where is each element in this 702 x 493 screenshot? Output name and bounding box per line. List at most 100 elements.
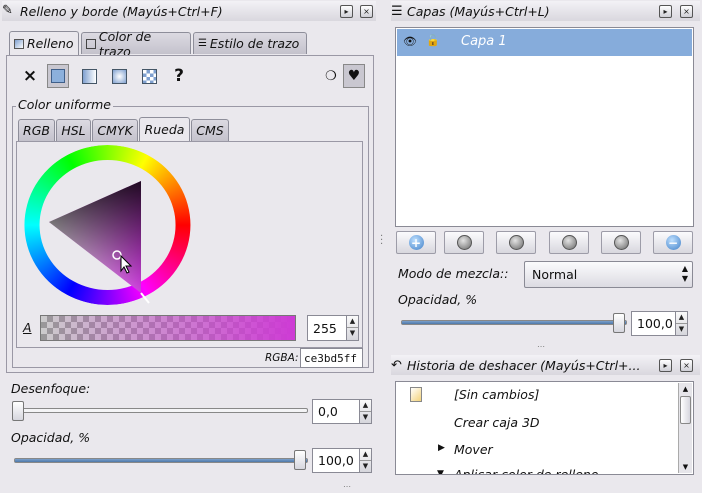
- scroll-down-arrow-icon[interactable]: ▼: [679, 461, 692, 473]
- layer-bottom-icon: [613, 235, 629, 250]
- layer-top-icon: [456, 235, 472, 250]
- fill-rule-evenodd-button[interactable]: ❍: [320, 64, 342, 88]
- alpha-slider-gradient: [41, 316, 295, 340]
- blend-mode-select[interactable]: Normal ▲ ▼: [524, 261, 693, 288]
- fill-stroke-close-button[interactable]: ×: [360, 5, 373, 18]
- lock-icon[interactable]: 🔓: [426, 34, 440, 47]
- layer-lower-icon: [561, 235, 577, 250]
- fill-stroke-resize-grip[interactable]: ⋯: [343, 482, 352, 491]
- paint-none-button[interactable]: ×: [19, 64, 41, 88]
- layer-opacity-slider-fill: [402, 321, 626, 324]
- layers-close-button[interactable]: ×: [680, 5, 693, 18]
- color-wheel[interactable]: [24, 145, 191, 305]
- flat-color-icon: [51, 69, 65, 83]
- history-titlebar[interactable]: ↶ Historia de deshacer (Mayús+Ctrl+...: [391, 355, 700, 375]
- layer-opacity-slider-track[interactable]: [401, 320, 627, 325]
- eye-icon[interactable]: 👁: [403, 35, 417, 48]
- layers-list[interactable]: 👁 🔓 Capa 1: [395, 27, 694, 227]
- paint-unset-button[interactable]: ?: [168, 64, 190, 88]
- fill-opacity-input[interactable]: 100,0: [312, 448, 360, 473]
- blur-input[interactable]: 0,0: [312, 399, 360, 424]
- history-item[interactable]: Crear caja 3D: [454, 415, 540, 430]
- layer-to-top-button[interactable]: [444, 231, 484, 254]
- paint-linear-gradient-button[interactable]: [78, 64, 100, 88]
- history-scrollbar-thumb[interactable]: [680, 396, 691, 424]
- layers-icon: ☰: [391, 3, 403, 19]
- alpha-input[interactable]: 255: [307, 315, 347, 341]
- history-item[interactable]: Aplicar color de relleno: [454, 467, 598, 474]
- blend-mode-label: Modo de mezcla::: [398, 266, 509, 281]
- history-title: Historia de deshacer (Mayús+Ctrl+...: [407, 357, 641, 373]
- layer-lower-button[interactable]: [549, 231, 589, 254]
- layer-name[interactable]: Capa 1: [461, 34, 507, 49]
- rgba-input[interactable]: ce3bd5ff: [300, 348, 363, 368]
- tab-rgb[interactable]: RGB: [18, 119, 55, 141]
- radial-gradient-icon: [111, 68, 127, 84]
- layer-opacity-stepper[interactable]: ▲ ▼: [675, 311, 688, 336]
- blur-slider-thumb[interactable]: [12, 401, 24, 421]
- paint-flat-button[interactable]: [47, 64, 69, 88]
- fill-opacity-stepper[interactable]: ▲ ▼: [359, 448, 372, 473]
- paint-pattern-button[interactable]: [138, 64, 160, 88]
- stroke-paint-tab-icon: [86, 38, 96, 49]
- add-layer-button[interactable]: +: [396, 231, 436, 254]
- layer-opacity-input[interactable]: 100,0: [631, 311, 676, 336]
- layer-raise-button[interactable]: [496, 231, 536, 254]
- minus-icon: −: [665, 235, 681, 250]
- layer-row[interactable]: 👁 🔓 Capa 1: [397, 29, 692, 56]
- layer-to-bottom-button[interactable]: [601, 231, 641, 254]
- blur-stepper[interactable]: ▲ ▼: [359, 399, 372, 424]
- document-icon: [410, 387, 422, 402]
- tab-stroke-paint[interactable]: Color de trazo: [81, 29, 191, 59]
- paint-radial-gradient-button[interactable]: [108, 64, 130, 88]
- fill-stroke-title: Relleno y borde (Mayús+Ctrl+F): [20, 3, 223, 19]
- layers-resize-grip[interactable]: ⋯: [537, 342, 546, 351]
- history-item[interactable]: Mover: [454, 442, 493, 457]
- fill-opacity-slider-fill: [15, 459, 307, 462]
- blend-mode-value: Normal: [532, 267, 578, 282]
- alpha-slider[interactable]: [40, 315, 296, 341]
- color-wheel-graphic: [24, 145, 191, 305]
- layer-opacity-label: Opacidad, %: [398, 292, 478, 307]
- remove-layer-button[interactable]: −: [653, 231, 693, 254]
- fill-opacity-slider-track[interactable]: [14, 458, 308, 463]
- scroll-up-arrow-icon[interactable]: ▲: [679, 383, 692, 395]
- layers-titlebar[interactable]: ☰ Capas (Mayús+Ctrl+L): [391, 1, 700, 21]
- history-scrollbar[interactable]: ▲ ▼: [678, 383, 692, 473]
- blur-label: Desenfoque:: [11, 381, 91, 396]
- history-menu-button[interactable]: ▸: [659, 359, 672, 372]
- alpha-stepper[interactable]: ▲ ▼: [346, 315, 359, 341]
- history-close-button[interactable]: ×: [680, 359, 693, 372]
- tab-hsl[interactable]: HSL: [56, 119, 91, 141]
- fill-opacity-label: Opacidad, %: [11, 430, 91, 445]
- layers-menu-button[interactable]: ▸: [659, 5, 672, 18]
- layer-raise-icon: [508, 235, 524, 250]
- collapse-triangle-icon[interactable]: ▼: [437, 469, 444, 474]
- fill-opacity-slider-thumb[interactable]: [294, 450, 306, 470]
- layers-panel: ☰ Capas (Mayús+Ctrl+L) ▸ × 👁 🔓 Capa 1 + …: [389, 0, 702, 351]
- pane-separator-grip[interactable]: · · ·: [380, 232, 386, 250]
- flat-color-section-title: Color uniforme: [16, 97, 113, 112]
- layer-opacity-slider-thumb[interactable]: [613, 313, 625, 333]
- expand-triangle-icon[interactable]: ▶: [438, 443, 445, 453]
- linear-gradient-icon: [81, 68, 97, 84]
- tab-cmyk[interactable]: CMYK: [92, 119, 138, 141]
- fill-stroke-titlebar[interactable]: ✎ Relleno y borde (Mayús+Ctrl+F): [2, 1, 376, 21]
- history-list[interactable]: [Sin cambios] Crear caja 3D ▶ Mover ▼ Ap…: [395, 381, 694, 475]
- tab-stroke-style[interactable]: ☰ Estilo de trazo: [193, 32, 307, 54]
- alpha-label: A: [23, 320, 32, 335]
- fill-stroke-icon: ✎: [2, 3, 13, 18]
- history-panel: ↶ Historia de deshacer (Mayús+Ctrl+... ▸…: [389, 354, 702, 493]
- tab-wheel[interactable]: Rueda: [139, 117, 190, 141]
- fill-tab-icon: [14, 38, 24, 49]
- tab-cms[interactable]: CMS: [191, 119, 229, 141]
- fill-rule-nonzero-button[interactable]: ♥: [343, 64, 365, 88]
- blur-slider-track[interactable]: [14, 408, 308, 413]
- history-icon: ↶: [391, 357, 402, 373]
- fill-stroke-menu-button[interactable]: ▸: [340, 5, 353, 18]
- updown-chevron-icon: ▲ ▼: [681, 264, 688, 283]
- history-item[interactable]: [Sin cambios]: [454, 387, 539, 402]
- evenodd-icon: ❍: [325, 68, 337, 84]
- tab-fill[interactable]: Relleno: [9, 31, 79, 55]
- nonzero-icon: ♥: [347, 68, 361, 84]
